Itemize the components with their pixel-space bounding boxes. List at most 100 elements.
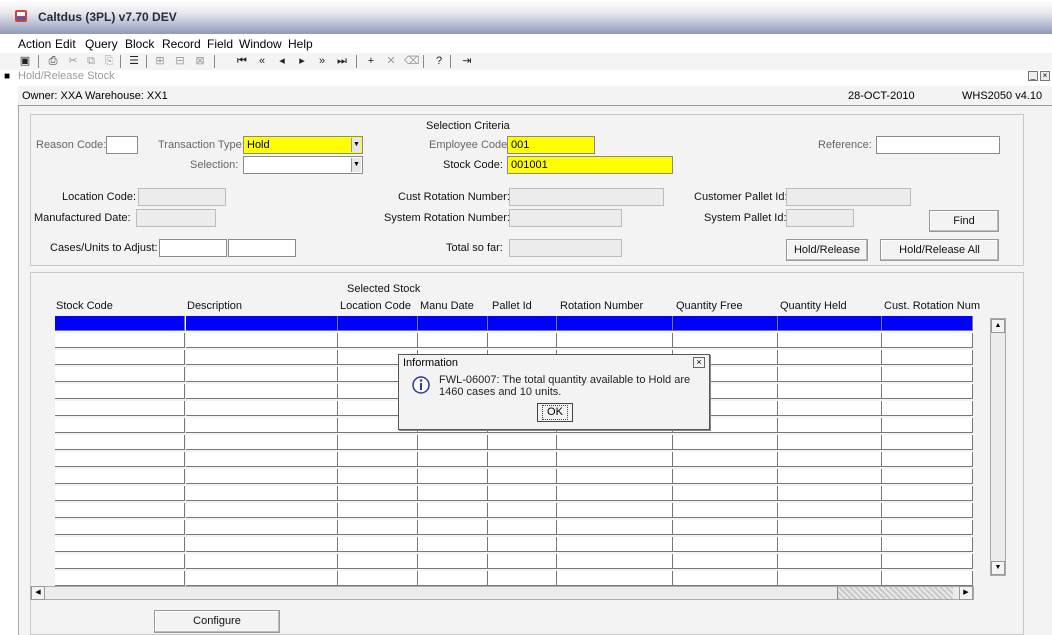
table-cell[interactable]	[186, 350, 338, 365]
units-to-adjust-field[interactable]	[228, 239, 296, 257]
table-cell[interactable]	[488, 469, 557, 484]
table-cell[interactable]	[186, 486, 338, 501]
clear-record-icon[interactable]: ⌫	[404, 54, 420, 68]
table-cell[interactable]	[778, 418, 882, 433]
table-cell[interactable]	[418, 503, 488, 518]
table-cell[interactable]	[557, 452, 673, 467]
table-cell[interactable]	[55, 537, 185, 552]
table-cell[interactable]	[882, 350, 973, 365]
table-cell[interactable]	[778, 537, 882, 552]
menu-action[interactable]: Action	[18, 37, 51, 51]
menu-edit[interactable]: Edit	[55, 37, 76, 51]
execute-query-icon[interactable]: ⊟	[173, 54, 187, 68]
system-rotation-number-field[interactable]	[509, 209, 622, 227]
close-icon[interactable]: ×	[693, 357, 705, 368]
table-cell[interactable]	[338, 452, 418, 467]
table-cell[interactable]	[418, 554, 488, 569]
table-cell[interactable]	[418, 435, 488, 450]
table-cell[interactable]	[55, 469, 185, 484]
table-cell[interactable]	[673, 554, 778, 569]
chevron-down-icon[interactable]: ▼	[351, 158, 361, 172]
delete-record-icon[interactable]: ✕	[384, 54, 398, 68]
table-cell[interactable]	[55, 520, 185, 535]
table-cell[interactable]	[882, 503, 973, 518]
next-block-icon[interactable]: »	[315, 54, 329, 68]
scroll-down-icon[interactable]: ▼	[991, 561, 1005, 575]
table-cell[interactable]	[418, 469, 488, 484]
table-cell[interactable]	[557, 486, 673, 501]
table-cell[interactable]	[55, 435, 185, 450]
table-cell[interactable]	[673, 452, 778, 467]
reason-code-field[interactable]	[106, 136, 138, 154]
scroll-left-icon[interactable]: ◀	[31, 586, 45, 600]
cut-icon[interactable]: ✂	[66, 54, 80, 68]
find-button[interactable]: Find	[929, 210, 999, 232]
table-cell[interactable]	[882, 384, 973, 399]
location-code-field[interactable]	[138, 188, 226, 206]
table-cell[interactable]	[55, 554, 185, 569]
table-cell[interactable]	[673, 571, 778, 586]
table-cell[interactable]	[338, 486, 418, 501]
table-cell[interactable]	[186, 316, 338, 331]
ok-button[interactable]: OK	[537, 403, 573, 422]
table-cell[interactable]	[778, 452, 882, 467]
table-cell[interactable]	[778, 384, 882, 399]
table-cell[interactable]	[557, 316, 673, 331]
close-icon[interactable]: ×	[1040, 71, 1050, 81]
table-cell[interactable]	[488, 537, 557, 552]
table-cell[interactable]	[882, 571, 973, 586]
table-cell[interactable]	[338, 316, 418, 331]
table-cell[interactable]	[338, 537, 418, 552]
first-record-icon[interactable]: ⏮	[235, 54, 249, 68]
table-cell[interactable]	[338, 520, 418, 535]
table-cell[interactable]	[55, 503, 185, 518]
table-cell[interactable]	[778, 350, 882, 365]
table-cell[interactable]	[186, 333, 338, 348]
table-cell[interactable]	[557, 520, 673, 535]
table-cell[interactable]	[488, 435, 557, 450]
help-icon[interactable]: ?	[432, 54, 446, 68]
table-cell[interactable]	[488, 571, 557, 586]
table-cell[interactable]	[778, 554, 882, 569]
table-cell[interactable]	[488, 503, 557, 518]
table-cell[interactable]	[882, 452, 973, 467]
table-cell[interactable]	[673, 316, 778, 331]
table-cell[interactable]	[882, 469, 973, 484]
table-cell[interactable]	[778, 520, 882, 535]
table-cell[interactable]	[55, 384, 185, 399]
cust-rotation-number-field[interactable]	[509, 188, 664, 206]
table-cell[interactable]	[557, 503, 673, 518]
scroll-right-icon[interactable]: ▶	[959, 586, 973, 600]
table-cell[interactable]	[557, 537, 673, 552]
menu-record[interactable]: Record	[162, 37, 201, 51]
vertical-scrollbar[interactable]: ▲ ▼	[990, 318, 1006, 576]
table-cell[interactable]	[557, 435, 673, 450]
table-cell[interactable]	[488, 554, 557, 569]
table-cell[interactable]	[55, 452, 185, 467]
table-cell[interactable]	[673, 503, 778, 518]
insert-record-icon[interactable]: +	[364, 54, 378, 68]
table-cell[interactable]	[488, 520, 557, 535]
table-cell[interactable]	[882, 367, 973, 382]
table-cell[interactable]	[882, 486, 973, 501]
table-cell[interactable]	[673, 435, 778, 450]
table-cell[interactable]	[778, 401, 882, 416]
menu-field[interactable]: Field	[207, 37, 233, 51]
selection-select[interactable]: ▼	[243, 156, 363, 174]
last-record-icon[interactable]: ⏭	[335, 54, 349, 68]
table-cell[interactable]	[557, 333, 673, 348]
table-cell[interactable]	[55, 571, 185, 586]
configure-button[interactable]: Configure	[154, 610, 280, 633]
table-cell[interactable]	[55, 418, 185, 433]
hold-release-button[interactable]: Hold/Release	[786, 239, 868, 261]
table-cell[interactable]	[418, 486, 488, 501]
table-cell[interactable]	[778, 316, 882, 331]
table-cell[interactable]	[338, 333, 418, 348]
table-cell[interactable]	[673, 520, 778, 535]
cancel-query-icon[interactable]: ⊠	[193, 54, 207, 68]
table-cell[interactable]	[882, 537, 973, 552]
table-cell[interactable]	[186, 418, 338, 433]
menu-help[interactable]: Help	[288, 37, 313, 51]
paste-icon[interactable]: ⎘	[102, 54, 116, 68]
scroll-up-icon[interactable]: ▲	[991, 319, 1005, 333]
